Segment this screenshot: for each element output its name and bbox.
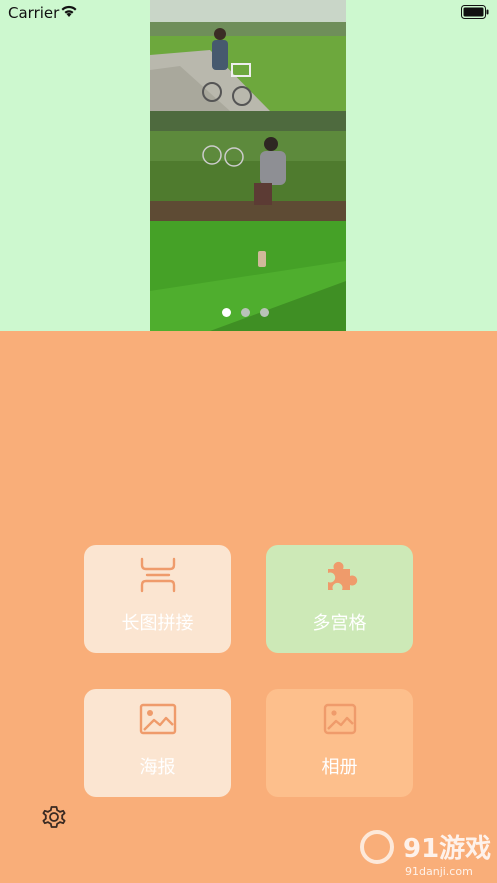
album-label: 相册	[321, 757, 358, 778]
poster-label: 海报	[139, 757, 176, 778]
poster-button[interactable]: 海报	[84, 689, 231, 797]
photo-cyclist	[150, 0, 346, 111]
watermark-logo: 91游戏 91danji.com	[360, 830, 491, 878]
top-banner: Carrier 1:51 AM	[0, 0, 497, 331]
puzzle-icon	[322, 557, 358, 593]
watermark-domain: 91danji.com	[405, 865, 473, 878]
gear-icon[interactable]	[40, 803, 68, 831]
photo-sitting-woman	[150, 111, 346, 221]
multi-grid-button[interactable]: 多宫格	[266, 545, 413, 653]
page-dot[interactable]	[241, 308, 250, 317]
photo-carousel[interactable]	[150, 0, 346, 331]
watermark-brand: 91游戏	[403, 834, 491, 864]
carousel-page-indicator[interactable]	[222, 308, 269, 317]
album-image-icon	[323, 701, 357, 737]
long-stitch-button[interactable]: 长图拼接	[84, 545, 231, 653]
page-dot[interactable]	[260, 308, 269, 317]
album-button[interactable]: 相册	[266, 689, 413, 797]
poster-image-icon	[139, 701, 177, 737]
battery-icon	[461, 5, 489, 19]
long-stitch-label: 长图拼接	[121, 613, 194, 634]
page-dot[interactable]	[222, 308, 231, 317]
multi-grid-label: 多宫格	[312, 613, 367, 634]
long-stitch-icon	[139, 557, 177, 593]
